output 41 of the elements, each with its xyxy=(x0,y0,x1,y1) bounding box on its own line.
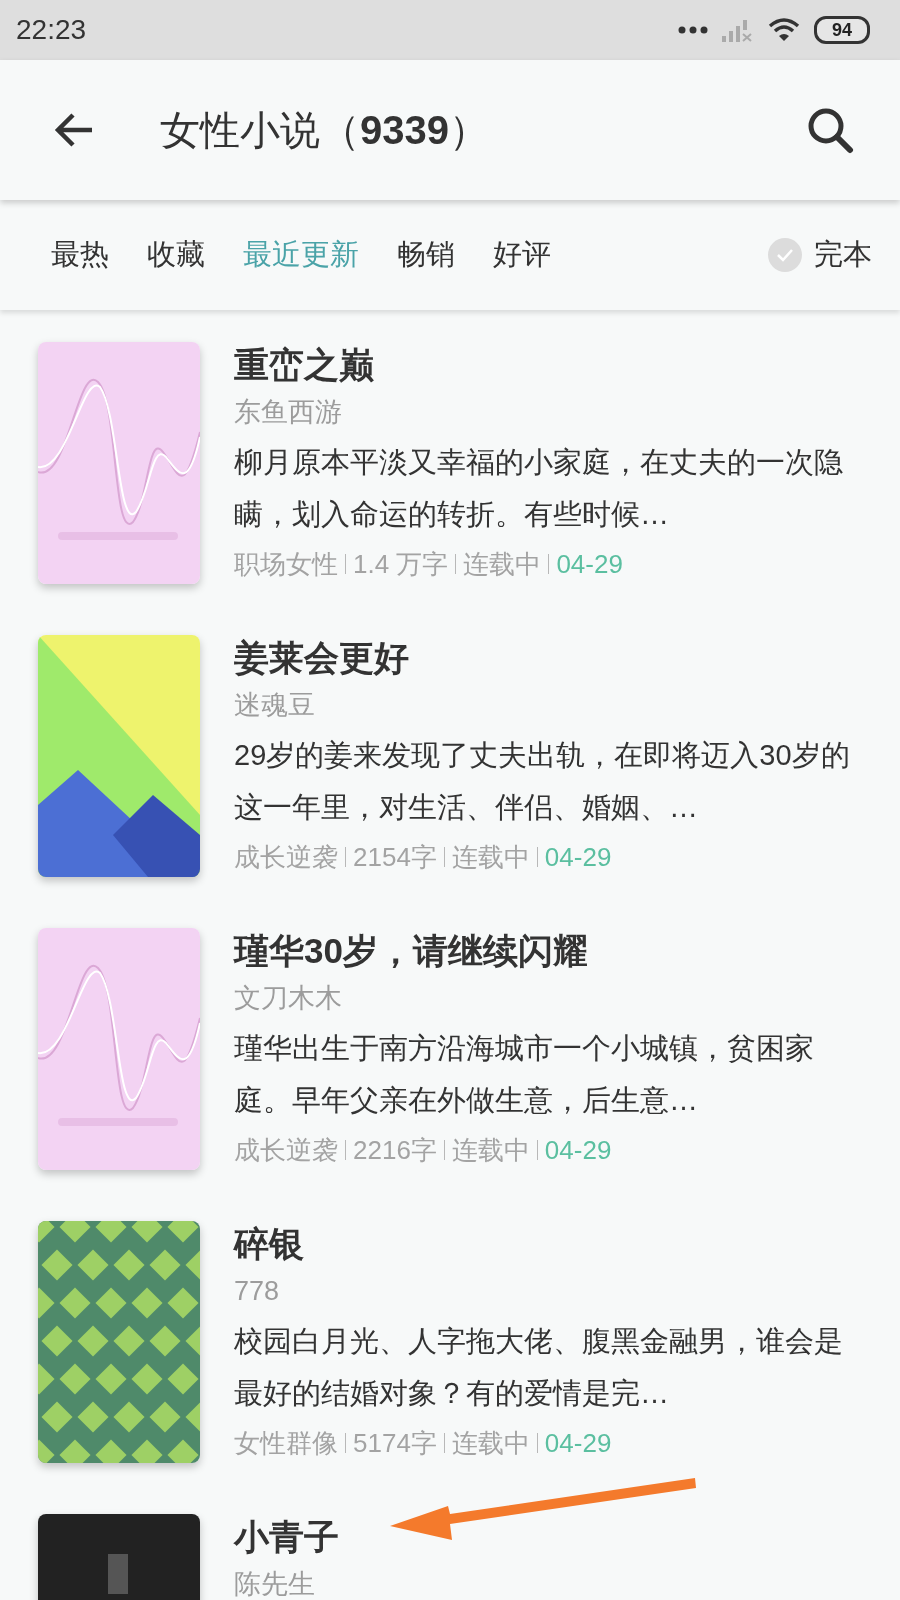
wifi-icon xyxy=(768,18,800,42)
book-author: 文刀木木 xyxy=(234,982,343,1015)
update-date: 04-29 xyxy=(544,841,612,874)
book-description: 瑾华出生于南方沿海城市一个小城镇，贫困家庭。早年父亲在外做生意，后生意… xyxy=(234,1031,815,1118)
book-author: 陈先生 xyxy=(234,1568,316,1600)
book-title[interactable]: 瑾华30岁，请继续闪耀 xyxy=(234,928,859,974)
book-category: 成长逆袭 xyxy=(234,1134,338,1167)
update-date: 04-29 xyxy=(544,1134,612,1167)
word-count: 1.4 万字 xyxy=(353,548,449,581)
clock-time: 22:23 xyxy=(16,14,87,46)
book-description: 校园白月光、人字拖大佬、腹黑金融男，谁会是最好的结婚对象？有的爱情是完… xyxy=(234,1324,844,1411)
serial-status: 连载中 xyxy=(463,548,542,581)
finished-filter[interactable]: 完本 xyxy=(764,231,876,279)
book-category: 成长逆袭 xyxy=(234,841,338,874)
book-author: 东鱼西游 xyxy=(234,396,343,429)
more-dots-icon xyxy=(678,26,708,34)
page-title: 女性小说（9339） xyxy=(160,106,490,154)
book-description: 29岁的姜来发现了丈夫出轨，在即将迈入30岁的这一年里，对生活、伴侣、婚姻、… xyxy=(234,738,851,825)
signal-icon xyxy=(722,18,754,42)
sort-tab[interactable]: 好评 xyxy=(474,227,570,283)
sort-tab[interactable]: 最热 xyxy=(32,227,128,283)
book-title[interactable]: 姜莱会更好 xyxy=(234,635,859,681)
update-date: 04-29 xyxy=(544,1427,612,1460)
word-count: 2216字 xyxy=(353,1134,437,1167)
book-title[interactable]: 碎银 xyxy=(234,1221,859,1267)
book-author: 778 xyxy=(234,1275,281,1308)
update-date: 04-29 xyxy=(556,548,623,581)
serial-status: 连载中 xyxy=(451,1427,530,1460)
word-count: 2154字 xyxy=(353,841,437,874)
book-author: 迷魂豆 xyxy=(234,689,316,722)
book-title[interactable]: 重峦之巅 xyxy=(234,342,859,388)
serial-status: 连载中 xyxy=(451,841,530,874)
book-category: 职场女性 xyxy=(234,548,338,581)
word-count: 5174字 xyxy=(353,1427,437,1460)
battery-level: 94 xyxy=(814,16,870,44)
book-title[interactable]: 小青子 xyxy=(234,1514,859,1560)
sort-tab[interactable]: 畅销 xyxy=(378,227,474,283)
book-description: 柳月原本平淡又幸福的小家庭，在丈夫的一次隐瞒，划入命运的转折。有些时候… xyxy=(234,445,844,532)
serial-status: 连载中 xyxy=(451,1134,530,1167)
sort-tab[interactable]: 收藏 xyxy=(128,227,224,283)
book-category: 女性群像 xyxy=(234,1427,338,1460)
